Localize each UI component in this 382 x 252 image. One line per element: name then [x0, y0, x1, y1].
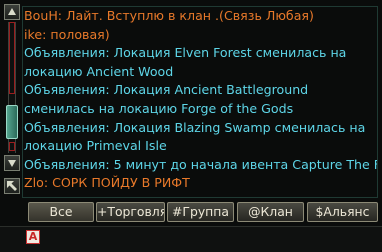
scroll-up-button[interactable]: [4, 4, 20, 20]
chat-message: BouH: Лайт. Вступлю в клан .(Связь Любая…: [24, 8, 314, 23]
scroll-track[interactable]: [6, 22, 18, 153]
chat-message: Zlo: СОРК ПОЙДУ В РИФТ: [24, 175, 190, 191]
chat-log: BouH: Лайт. Вступлю в клан .(Связь Любая…: [22, 6, 378, 198]
scroll-track-upper: [9, 22, 15, 94]
chat-input[interactable]: [44, 230, 378, 246]
scroll-track-lower: [9, 142, 15, 151]
resize-button[interactable]: [4, 178, 20, 194]
chat-mode-icon[interactable]: A: [26, 230, 40, 244]
chat-message: Объявления: Локация Blazing Swamp сменил…: [24, 119, 366, 154]
resize-arrow-icon: [7, 181, 17, 191]
tab-party[interactable]: #Группа: [167, 202, 234, 222]
chat-input-row: A: [0, 226, 382, 252]
scroll-thumb[interactable]: [6, 105, 18, 139]
arrow-up-icon: [8, 8, 16, 15]
chat-scrollbar[interactable]: [2, 2, 22, 198]
chat-message: Объявления: Локация Ancient Battleground…: [24, 82, 309, 116]
arrow-down-icon: [8, 160, 16, 167]
tab-trade[interactable]: +Торговля: [96, 202, 165, 222]
tab-alliance[interactable]: $Альянс: [307, 202, 378, 222]
chat-channel-tabs: Все +Торговля #Группа @Клан $Альянс: [0, 200, 382, 224]
chat-message: Объявления: 5 минут до начала ивента Cap…: [24, 156, 378, 172]
scroll-down-button[interactable]: [4, 155, 20, 171]
chat-message: Объявления: Локация Elven Forest сменила…: [24, 45, 347, 79]
chat-window: BouH: Лайт. Вступлю в клан .(Связь Любая…: [0, 0, 382, 252]
tab-clan[interactable]: @Клан: [237, 202, 304, 222]
chat-message: ike: половая): [24, 26, 110, 42]
tab-all[interactable]: Все: [28, 202, 94, 222]
